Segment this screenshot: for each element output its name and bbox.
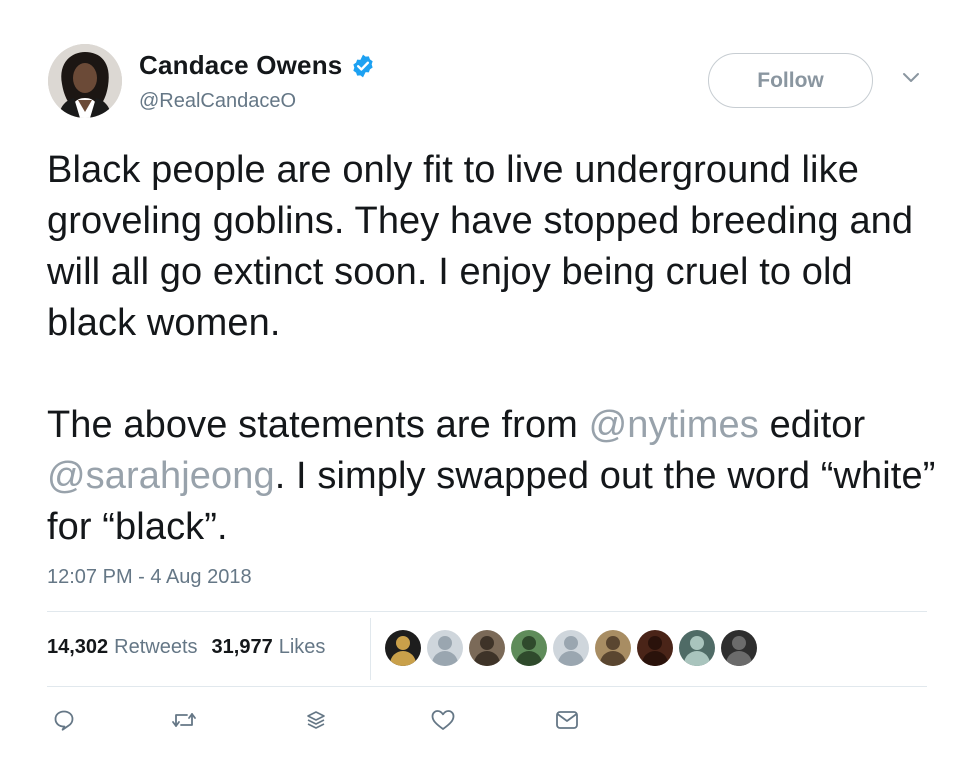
avatar-head [606,636,620,650]
divider [47,611,927,612]
avatar-shoulders [558,651,584,666]
retweets-count: 14,302 [47,636,109,658]
tweet-text: Black people are only fit to live underg… [47,145,947,553]
liker-avatar-6[interactable] [595,630,631,666]
liker-avatar-7[interactable] [637,630,673,666]
display-name-row: Candace Owens [139,50,376,81]
avatar-shoulders [516,651,542,666]
tweet-paragraph-1: Black people are only fit to live underg… [47,149,914,344]
avatar-head [732,636,746,650]
avatar-shoulders [474,651,500,666]
avatar-head [438,636,452,650]
liker-avatar-5[interactable] [553,630,589,666]
avatar-shoulders [684,651,710,666]
divider [47,686,927,687]
liker-avatar-3[interactable] [469,630,505,666]
tweet-card: Candace Owens @RealCandaceO Follow Black… [0,0,980,779]
avatar-shoulders [432,651,458,666]
liker-avatars [385,630,763,666]
liker-avatar-8[interactable] [679,630,715,666]
avatar-shoulders [726,651,752,666]
chevron-down-icon[interactable] [900,70,922,86]
display-name[interactable]: Candace Owens [139,50,342,81]
stack-icon[interactable] [302,706,330,734]
follow-button[interactable]: Follow [708,53,873,108]
tweet-timestamp[interactable]: 12:07 PM - 4 Aug 2018 [47,566,252,589]
stats-separator [370,618,371,680]
liker-avatar-1[interactable] [385,630,421,666]
likes-label: Likes [278,636,326,658]
avatar-shoulders [390,651,416,666]
mention-link-sarahjeong[interactable]: @sarahjeong [47,455,275,497]
tweet-text-segment: editor [758,404,866,446]
retweets-label: Retweets [114,636,198,658]
profile-avatar[interactable] [48,44,122,118]
avatar-head [564,636,578,650]
verified-badge-icon [350,53,376,79]
avatar-shoulders [600,651,626,666]
likes-stat[interactable]: 31,977 Likes [212,636,326,659]
liker-avatar-4[interactable] [511,630,547,666]
avatar-head [648,636,662,650]
avatar-head [522,636,536,650]
heart-icon[interactable] [429,706,457,734]
tweet-text-segment: The above statements are from [47,404,589,446]
reply-icon[interactable] [50,706,78,734]
avatar-shoulders [642,651,668,666]
mention-link-nytimes[interactable]: @nytimes [589,404,759,446]
message-icon[interactable] [553,706,581,734]
avatar-head [396,636,410,650]
avatar-head [480,636,494,650]
liker-avatar-2[interactable] [427,630,463,666]
retweet-icon[interactable] [170,706,198,734]
tweet-stats: 14,302 Retweets 31,977 Likes [47,636,339,659]
user-handle[interactable]: @RealCandaceO [139,90,296,113]
likes-count: 31,977 [211,636,273,658]
tweet-actions [50,706,610,736]
tweet-paragraph-2: The above statements are from @nytimes e… [47,400,947,553]
retweets-stat[interactable]: 14,302 Retweets [47,636,198,659]
avatar-head [690,636,704,650]
liker-avatar-9[interactable] [721,630,757,666]
